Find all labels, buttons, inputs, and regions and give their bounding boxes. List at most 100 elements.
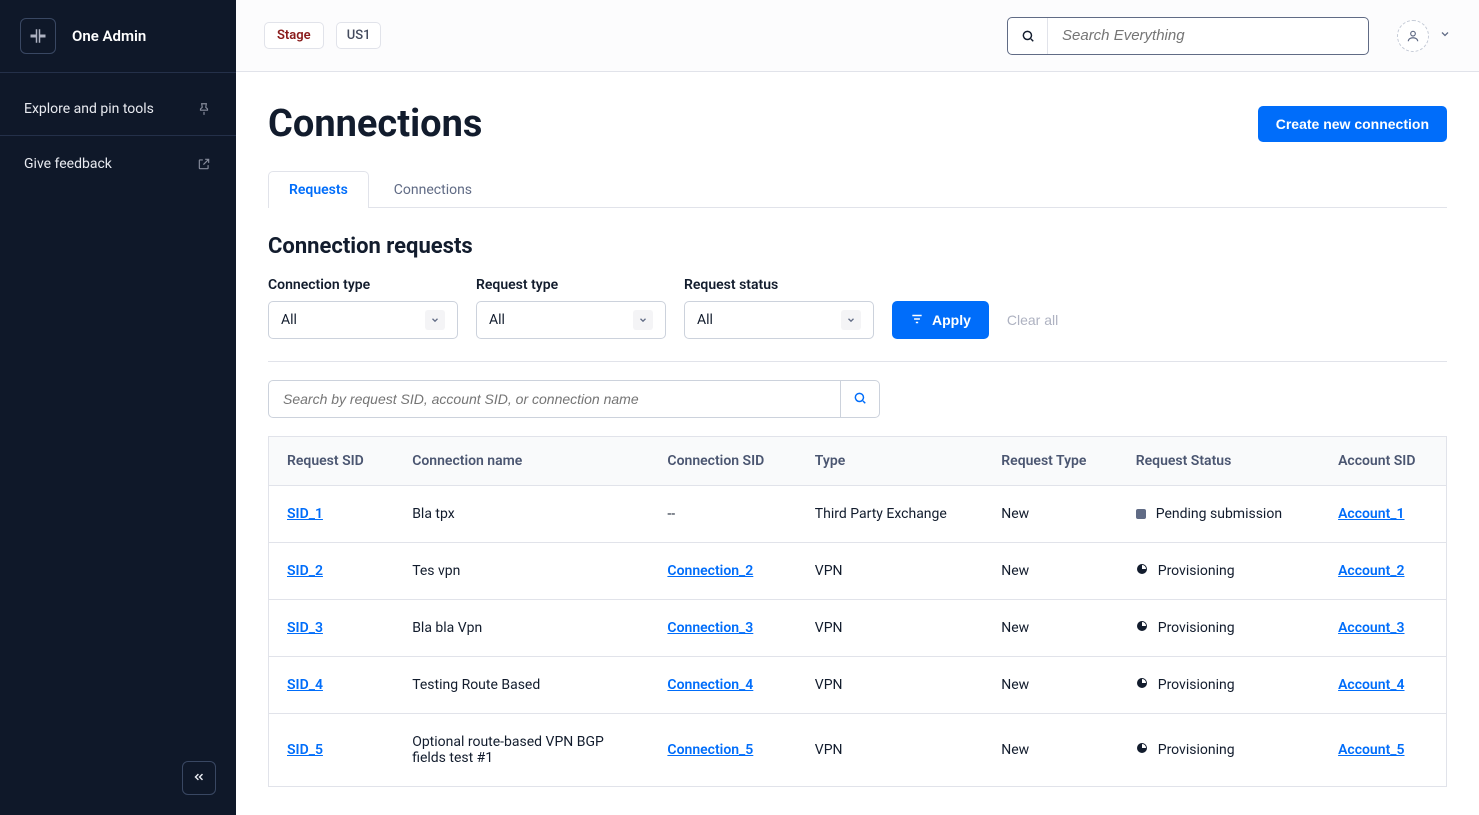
connection-name-cell: Testing Route Based [394,657,649,714]
request-status-select[interactable]: All [684,301,874,339]
environment-badge[interactable]: Stage [264,22,324,49]
col-request-type: Request Type [983,437,1117,486]
request-type-cell: New [983,714,1117,787]
create-connection-button[interactable]: Create new connection [1258,106,1447,142]
status-text: Provisioning [1158,677,1235,693]
tabs: Requests Connections [268,170,1447,208]
status-text: Provisioning [1158,742,1235,758]
request-sid-link[interactable]: SID_5 [287,742,323,758]
search-icon [853,391,867,408]
filter-request-type: Request type All [476,277,666,339]
connection-sid-link[interactable]: Connection_4 [667,677,753,693]
tab-connections[interactable]: Connections [373,171,493,208]
status-clock-icon [1136,742,1148,758]
account-sid-link[interactable]: Account_3 [1338,620,1404,636]
sidebar-collapse-button[interactable] [182,761,216,795]
request-type-cell: New [983,600,1117,657]
pin-icon [196,101,212,117]
request-type-select[interactable]: All [476,301,666,339]
connection-name-cell: Tes vpn [394,543,649,600]
apply-label: Apply [932,312,971,328]
page-header: Connections Create new connection [268,102,1447,146]
main: Stage US1 Connections Creat [236,0,1479,815]
topbar: Stage US1 [236,0,1479,72]
filter-request-status: Request status All [684,277,874,339]
status-cell: Provisioning [1136,563,1302,579]
connection-sid-link[interactable]: Connection_2 [667,563,753,579]
status-square-icon [1136,509,1146,519]
region-badge[interactable]: US1 [336,22,382,49]
col-connection-sid: Connection SID [649,437,796,486]
status-cell: Pending submission [1136,506,1302,522]
type-cell: VPN [797,714,983,787]
chevron-double-left-icon [192,770,206,787]
status-clock-icon [1136,620,1148,636]
select-value: All [697,312,713,328]
select-value: All [281,312,297,328]
status-text: Pending submission [1156,506,1282,522]
brand-name: One Admin [72,27,146,45]
table-row: SID_1Bla tpx--Third Party ExchangeNewPen… [269,486,1447,543]
col-account-sid: Account SID [1320,437,1446,486]
connection-sid-link[interactable]: Connection_5 [667,742,753,758]
sidebar: One Admin Explore and pin tools Give fee… [0,0,236,815]
account-sid-link[interactable]: Account_4 [1338,677,1404,693]
col-request-status: Request Status [1118,437,1320,486]
status-text: Provisioning [1158,563,1235,579]
account-sid-link[interactable]: Account_2 [1338,563,1404,579]
section-title: Connection requests [268,234,1447,259]
sidebar-item-label: Give feedback [24,156,112,172]
global-search-input[interactable] [1048,18,1368,54]
external-link-icon [196,156,212,172]
page-title: Connections [268,102,482,146]
col-connection-name: Connection name [394,437,649,486]
brand-logo-icon [20,18,56,54]
table-header-row: Request SID Connection name Connection S… [269,437,1447,486]
request-type-cell: New [983,543,1117,600]
select-value: All [489,312,505,328]
request-sid-link[interactable]: SID_1 [287,506,323,522]
status-clock-icon [1136,563,1148,579]
apply-button[interactable]: Apply [892,301,989,339]
table-row: SID_5 Optional route-based VPN BGP fields… [269,714,1447,787]
filter-label: Request status [684,277,874,293]
connection-sid-link[interactable]: Connection_3 [667,620,753,636]
request-sid-link[interactable]: SID_3 [287,620,323,636]
col-request-sid: Request SID [269,437,395,486]
clear-all-button[interactable]: Clear all [1007,301,1058,339]
account-sid-link[interactable]: Account_5 [1338,742,1404,758]
table-row: SID_2 Tes vpn Connection_2 VPNNew Provisioni… [269,543,1447,600]
type-cell: VPN [797,657,983,714]
search-icon [1008,18,1048,54]
table-search [268,380,1447,418]
type-cell: Third Party Exchange [797,486,983,543]
connection-type-select[interactable]: All [268,301,458,339]
sidebar-item-label: Explore and pin tools [24,101,154,117]
request-type-cell: New [983,486,1117,543]
sidebar-item-explore[interactable]: Explore and pin tools [0,87,236,136]
request-sid-link[interactable]: SID_4 [287,677,323,693]
connection-name-cell: Optional route-based VPN BGP fields test… [394,714,649,787]
status-clock-icon [1136,677,1148,693]
table-row: SID_3Bla bla VpnConnection_3VPNNewProvis… [269,600,1447,657]
chevron-down-icon [1439,28,1451,44]
user-menu[interactable] [1397,20,1451,52]
table-search-button[interactable] [840,380,880,418]
filter-label: Request type [476,277,666,293]
content: Connections Create new connection Reques… [236,72,1479,815]
request-type-cell: New [983,657,1117,714]
sidebar-item-feedback[interactable]: Give feedback [0,142,236,186]
type-cell: VPN [797,543,983,600]
status-cell: Provisioning [1136,742,1302,758]
connection-name-cell: Bla bla Vpn [394,600,649,657]
table-search-input[interactable] [268,380,840,418]
request-sid-link[interactable]: SID_2 [287,563,323,579]
status-text: Provisioning [1158,620,1235,636]
col-type: Type [797,437,983,486]
connection-sid-text: -- [667,506,675,522]
tab-requests[interactable]: Requests [268,171,369,208]
filter-connection-type: Connection type All [268,277,458,339]
avatar [1397,20,1429,52]
account-sid-link[interactable]: Account_1 [1338,506,1404,522]
sidebar-header: One Admin [0,0,236,73]
